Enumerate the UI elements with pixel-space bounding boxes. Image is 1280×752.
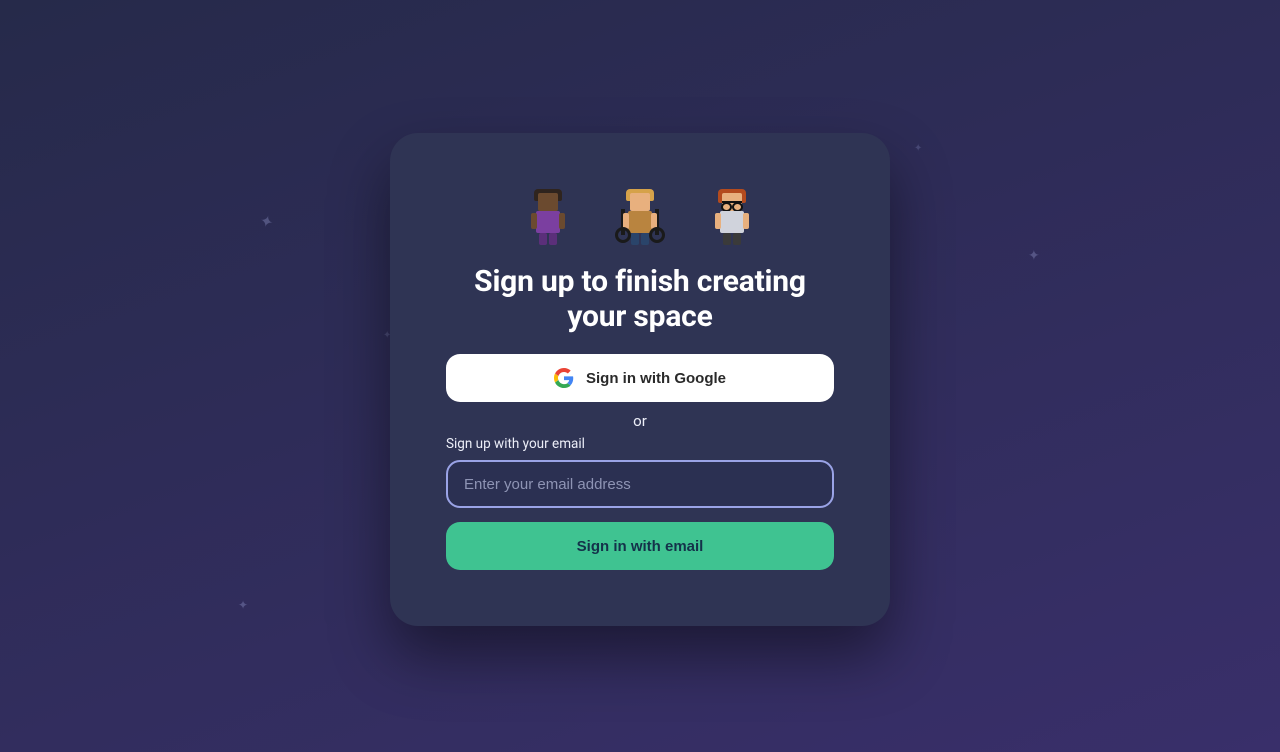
modal-title: Sign up to finish creating your space bbox=[446, 265, 834, 334]
google-signin-button[interactable]: Sign in with Google bbox=[446, 354, 834, 402]
star-icon: ✦ bbox=[914, 143, 922, 154]
avatar-icon bbox=[523, 189, 573, 247]
star-icon: ✦ bbox=[1028, 248, 1040, 264]
email-signin-button[interactable]: Sign in with email bbox=[446, 522, 834, 570]
star-icon: ✦ bbox=[258, 211, 276, 233]
signup-modal: Sign up to finish creating your space Si… bbox=[390, 133, 890, 626]
email-input[interactable] bbox=[446, 460, 834, 508]
avatar-icon bbox=[707, 189, 757, 247]
email-label: Sign up with your email bbox=[446, 436, 834, 452]
google-logo-icon bbox=[554, 368, 574, 388]
avatar-row bbox=[446, 189, 834, 247]
google-button-label: Sign in with Google bbox=[586, 370, 726, 387]
or-divider: or bbox=[446, 412, 834, 430]
star-icon: ✦ bbox=[238, 598, 248, 612]
avatar-icon bbox=[615, 189, 665, 247]
